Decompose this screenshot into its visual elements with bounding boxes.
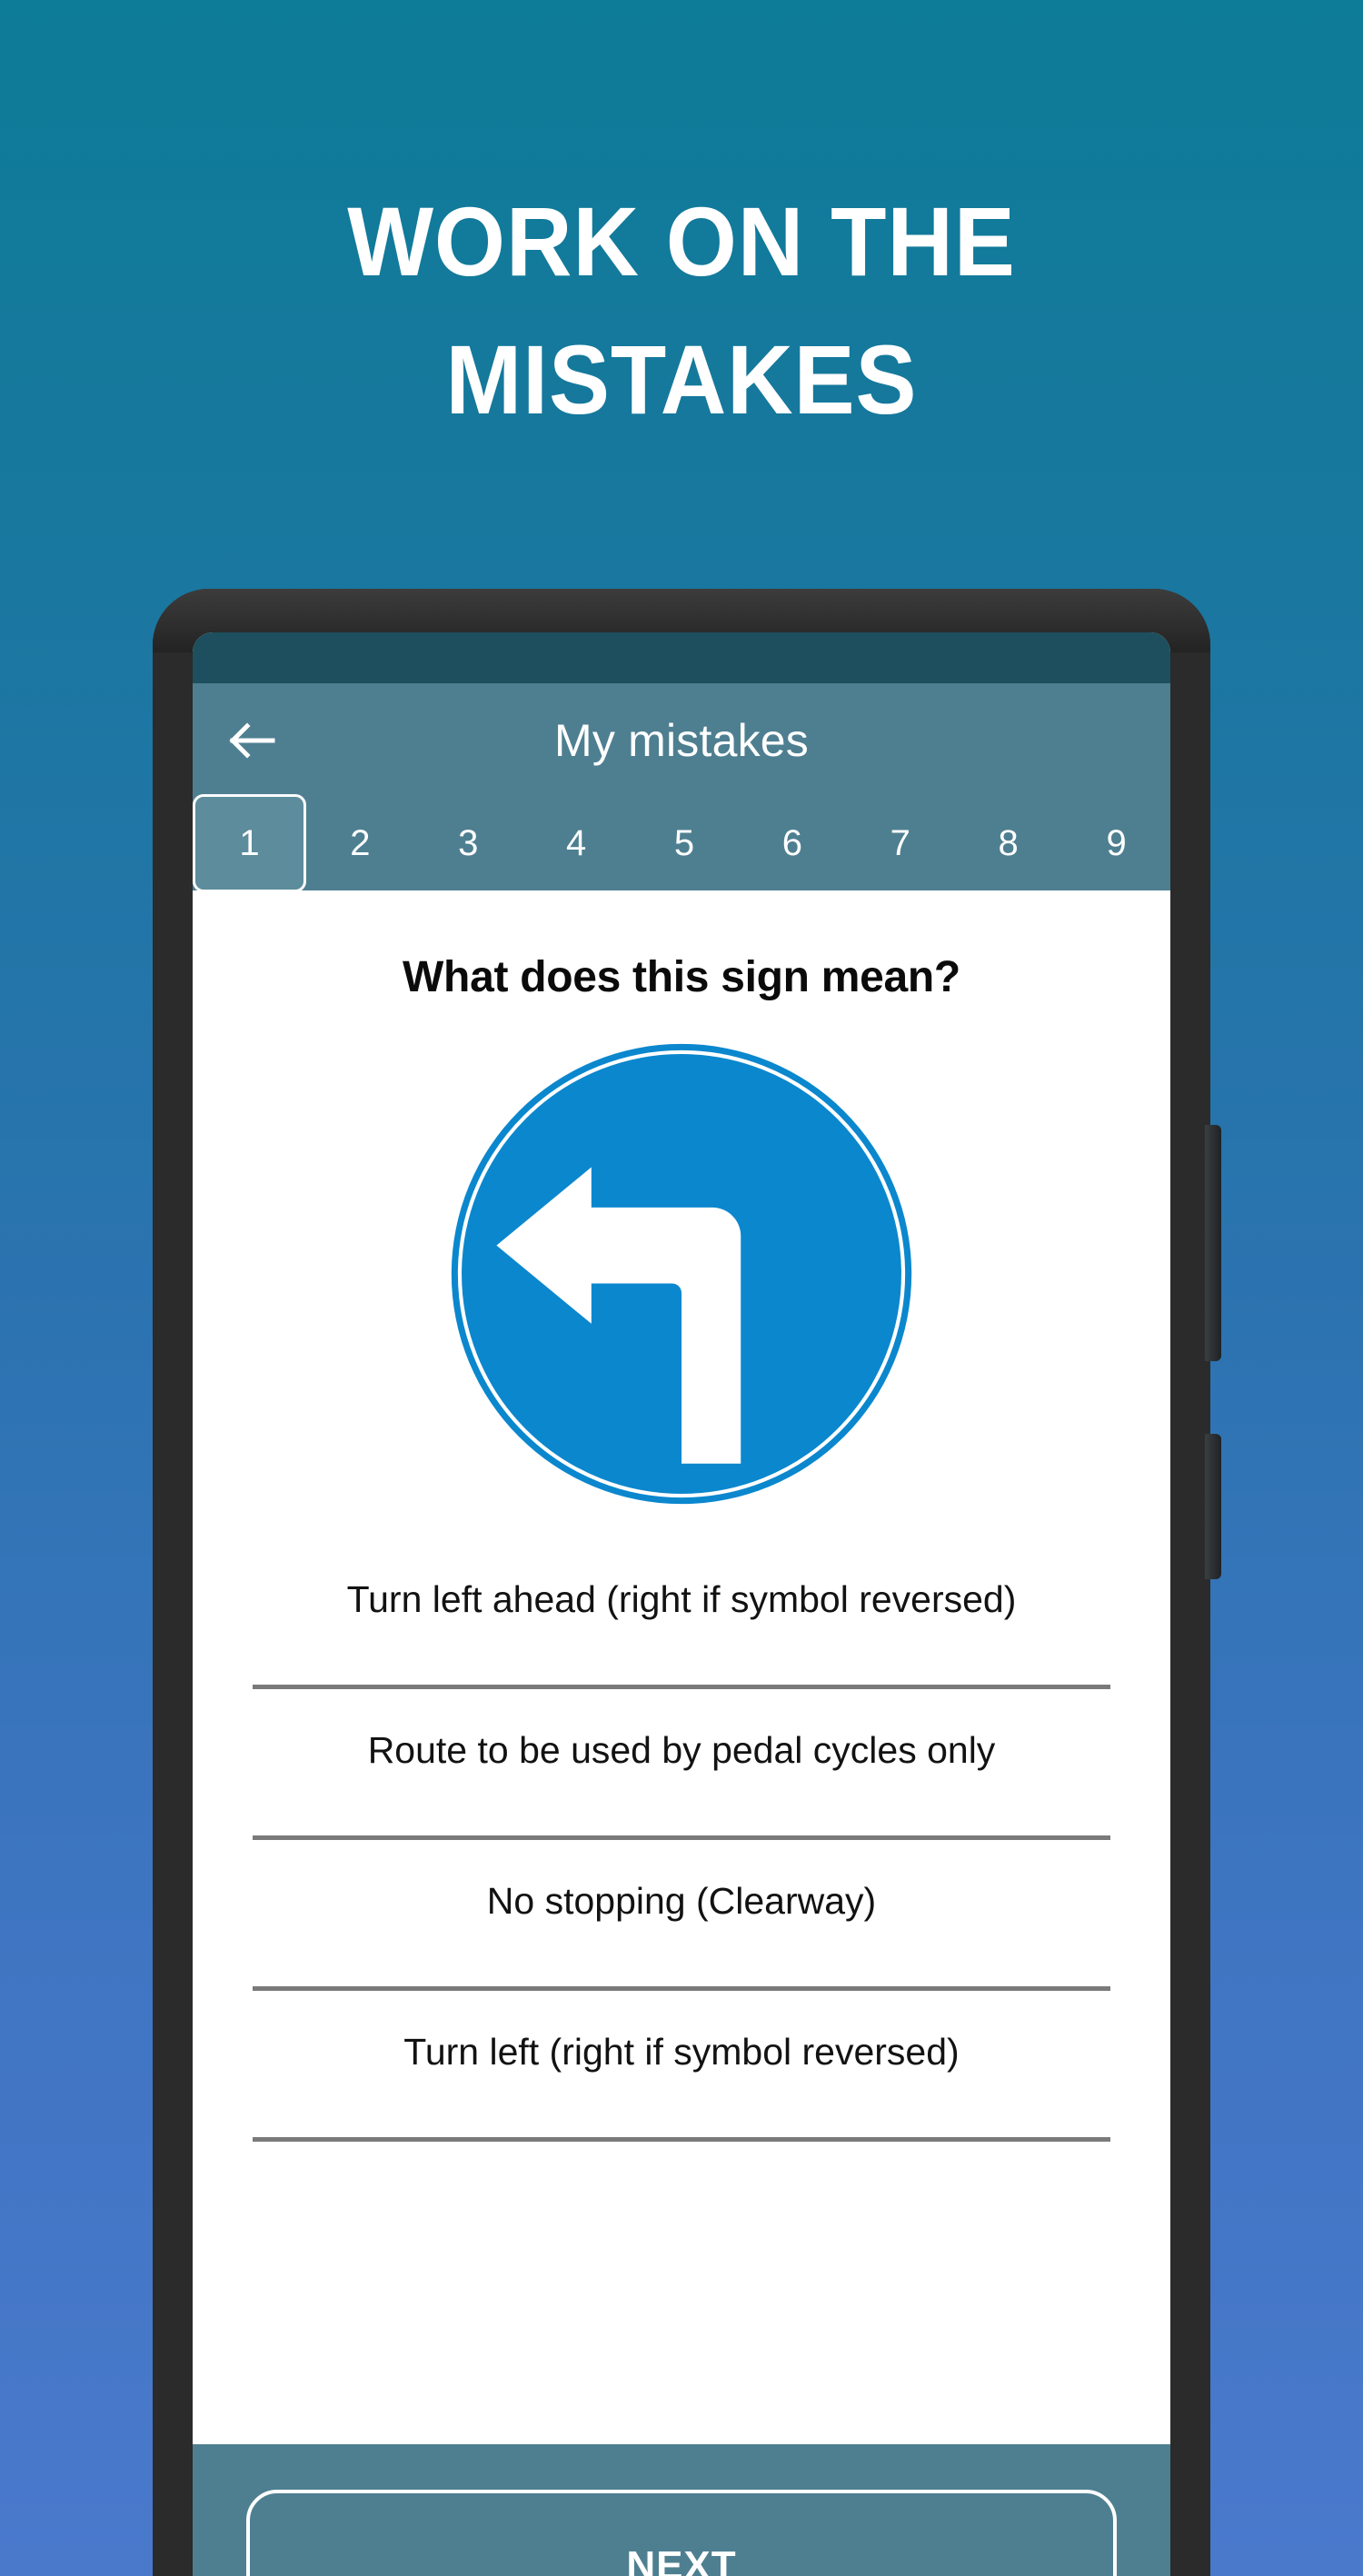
- tab-label: 7: [890, 822, 910, 863]
- tab-question-1[interactable]: 1: [193, 794, 306, 892]
- promo-headline: WORK ON THE MISTAKES: [347, 186, 1016, 434]
- next-button[interactable]: NEXT: [246, 2490, 1117, 2576]
- tab-label: 5: [673, 822, 695, 863]
- phone-volume-button[interactable]: [1205, 1125, 1221, 1361]
- sign-image-wrapper: [193, 1037, 1170, 1511]
- answer-option-4[interactable]: Turn left (right if symbol reversed): [253, 1991, 1110, 2142]
- turn-left-ahead-sign-icon: [446, 1039, 917, 1509]
- answer-label: Turn left (right if symbol reversed): [403, 2030, 960, 2073]
- answer-list: Turn left ahead (right if symbol reverse…: [193, 1538, 1170, 2142]
- phone-mockup: My mistakes 1 2 3 4 5 6 7 8 9 What does …: [153, 589, 1221, 2576]
- tab-label: 3: [458, 822, 479, 863]
- tab-label: 6: [781, 822, 803, 863]
- phone-screen: My mistakes 1 2 3 4 5 6 7 8 9 What does …: [193, 632, 1170, 2576]
- status-bar: [193, 632, 1170, 683]
- tab-question-4[interactable]: 4: [522, 796, 631, 890]
- answer-option-1[interactable]: Turn left ahead (right if symbol reverse…: [253, 1538, 1110, 1689]
- answer-option-3[interactable]: No stopping (Clearway): [253, 1840, 1110, 1991]
- tab-question-7[interactable]: 7: [846, 796, 954, 890]
- phone-power-button[interactable]: [1205, 1434, 1221, 1579]
- tab-label: 4: [565, 822, 587, 863]
- footer-bar: NEXT: [193, 2444, 1170, 2576]
- tab-label: 2: [350, 822, 371, 863]
- tab-label: 8: [998, 822, 1019, 863]
- answer-label: Route to be used by pedal cycles only: [367, 1728, 996, 1771]
- tab-label: 9: [1106, 822, 1127, 863]
- tab-question-6[interactable]: 6: [738, 796, 846, 890]
- tab-label: 1: [239, 822, 260, 863]
- answer-label: Turn left ahead (right if symbol reverse…: [346, 1577, 1017, 1620]
- tab-question-8[interactable]: 8: [954, 796, 1062, 890]
- question-prompt: What does this sign mean?: [403, 953, 960, 1001]
- tab-question-2[interactable]: 2: [306, 796, 414, 890]
- answer-label: No stopping (Clearway): [486, 1879, 877, 1922]
- question-content: What does this sign mean? Turn left ahea…: [193, 890, 1170, 2444]
- tab-question-9[interactable]: 9: [1062, 796, 1170, 890]
- promo-screenshot: WORK ON THE MISTAKES My mistakes 1 2 3 4…: [0, 0, 1363, 2576]
- app-bar: My mistakes: [193, 683, 1170, 796]
- page-title: My mistakes: [553, 715, 809, 766]
- tab-question-5[interactable]: 5: [631, 796, 739, 890]
- answer-option-2[interactable]: Route to be used by pedal cycles only: [253, 1689, 1110, 1840]
- tab-question-3[interactable]: 3: [414, 796, 522, 890]
- question-tab-strip[interactable]: 1 2 3 4 5 6 7 8 9: [193, 794, 1170, 892]
